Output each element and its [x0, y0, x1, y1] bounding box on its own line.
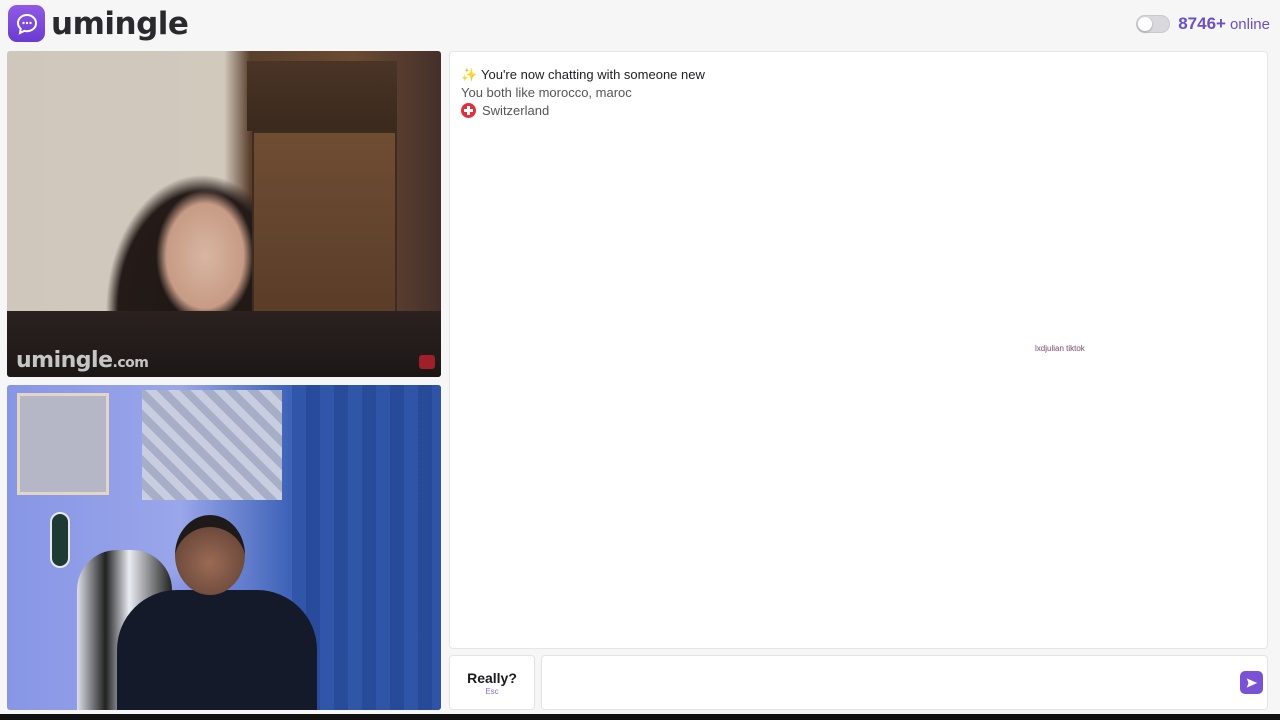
online-label: online [1229, 15, 1270, 33]
message-input[interactable] [541, 655, 1268, 710]
online-indicator: 8746+ online [1136, 14, 1270, 34]
wall-photos [142, 390, 282, 500]
watermark-suffix: .com [112, 355, 149, 371]
theme-toggle[interactable] [1136, 15, 1171, 33]
wall-poster [17, 393, 109, 495]
video-watermark: umingle.com [16, 348, 149, 373]
country-name: Switzerland [482, 103, 550, 118]
sparkle-icon: ✨ [461, 66, 478, 82]
skip-button-label: Really? [467, 669, 517, 686]
self-video [7, 385, 441, 710]
send-icon [1246, 677, 1257, 688]
chat-panel: ✨ You're now chatting with someone new Y… [449, 51, 1268, 649]
system-message-text: You both like morocco, maroc [461, 85, 632, 100]
video-background-shelf [247, 61, 397, 131]
chat-bubble-icon [8, 5, 45, 42]
system-message-country: Switzerland [461, 103, 549, 118]
logo[interactable]: umingle [8, 5, 189, 42]
window-bottom-edge [0, 714, 1280, 720]
brand-name: umingle [51, 5, 189, 42]
system-message-interests: You both like morocco, maroc [461, 85, 632, 100]
swiss-flag-icon [461, 103, 476, 118]
skip-button[interactable]: Really? Esc [449, 655, 535, 710]
person-body [117, 590, 317, 710]
online-count: 8746+ [1178, 14, 1226, 33]
stranger-video: umingle.com [7, 51, 441, 377]
person-head [175, 515, 245, 595]
skip-key-hint: Esc [485, 686, 499, 696]
badge-icon [50, 512, 70, 568]
report-flag-icon[interactable] [419, 355, 435, 369]
toggle-knob [1138, 17, 1153, 31]
overlay-text: lxdjulian tiktok [1035, 344, 1085, 353]
system-message-new-chat: ✨ You're now chatting with someone new [461, 67, 705, 82]
send-button[interactable] [1240, 671, 1263, 694]
system-message-text: You're now chatting with someone new [481, 67, 705, 82]
video-background-cabinet [252, 131, 397, 321]
watermark-main: umingle [16, 348, 113, 373]
